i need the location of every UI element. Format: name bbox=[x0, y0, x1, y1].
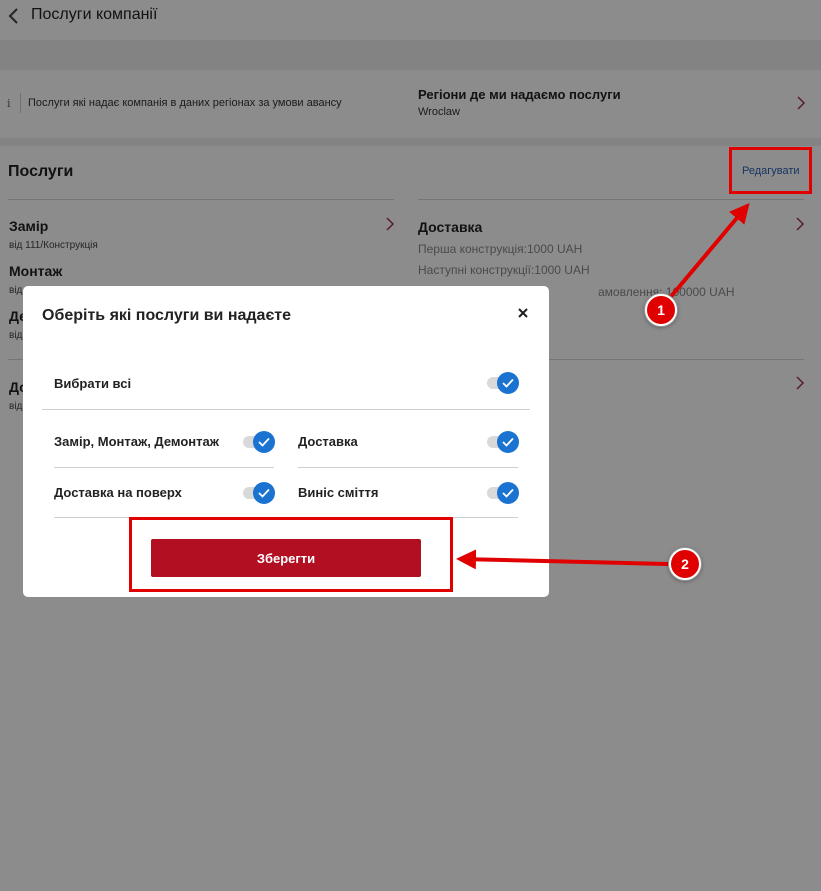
divider bbox=[42, 409, 530, 410]
checkmark-icon bbox=[497, 372, 519, 394]
modal-title: Оберіть які послуги ви надаєте bbox=[42, 307, 292, 324]
option-label: Замір, Монтаж, Демонтаж bbox=[54, 434, 219, 449]
option-toggle[interactable] bbox=[487, 482, 519, 504]
step-badge-1: 1 bbox=[645, 294, 677, 326]
highlight-save-box bbox=[129, 517, 453, 592]
divider bbox=[298, 467, 518, 468]
option-toggle[interactable] bbox=[243, 431, 275, 453]
option-label: Доставка на поверх bbox=[54, 485, 182, 500]
highlight-edit-box bbox=[729, 147, 812, 194]
divider bbox=[54, 467, 274, 468]
option-toggle[interactable] bbox=[487, 431, 519, 453]
step-badge-2: 2 bbox=[669, 548, 701, 580]
option-label: Доставка bbox=[298, 434, 358, 449]
select-all-toggle[interactable] bbox=[487, 372, 519, 394]
checkmark-icon bbox=[253, 431, 275, 453]
option-label: Виніс сміття bbox=[298, 485, 379, 500]
select-all-label: Вибрати всі bbox=[54, 376, 132, 391]
close-icon[interactable] bbox=[515, 305, 531, 321]
checkmark-icon bbox=[497, 482, 519, 504]
checkmark-icon bbox=[497, 431, 519, 453]
option-toggle[interactable] bbox=[243, 482, 275, 504]
checkmark-icon bbox=[253, 482, 275, 504]
